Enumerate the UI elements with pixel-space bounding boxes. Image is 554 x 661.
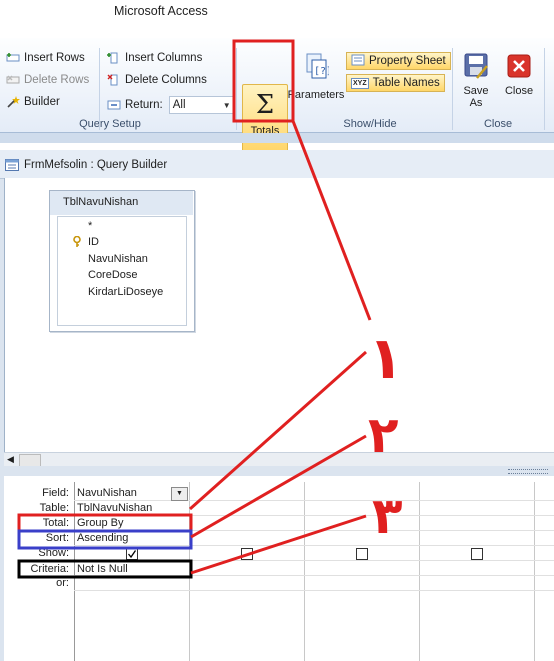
arrow-line-3 bbox=[190, 514, 367, 575]
annotation-number-2: ٢ bbox=[368, 406, 399, 464]
total-row-highlight-box bbox=[17, 513, 193, 533]
annotation-number-1: ١ bbox=[368, 324, 403, 392]
totals-highlight-box bbox=[232, 39, 295, 123]
sort-row-highlight-box bbox=[17, 529, 193, 550]
criteria-row-highlight-box bbox=[17, 559, 193, 579]
annotation-number-3: ٣ bbox=[372, 487, 403, 545]
arrow-line-1 bbox=[291, 120, 372, 321]
annotation-overlay: ١ ٢ ٣ bbox=[17, 39, 403, 579]
